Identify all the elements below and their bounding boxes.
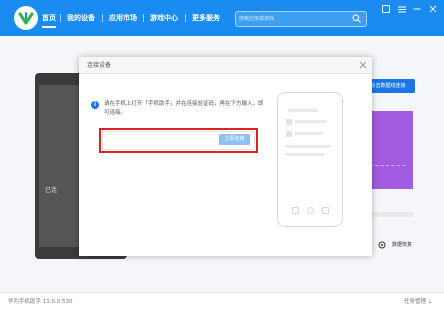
promo-decoration xyxy=(370,165,405,186)
close-icon[interactable] xyxy=(359,61,367,69)
nav-divider xyxy=(60,14,61,22)
device-status-label: 已连 xyxy=(45,187,58,194)
version-label: 华为手机助手 11.0.0.530 xyxy=(8,299,73,305)
nav-divider xyxy=(143,14,144,22)
search-box[interactable] xyxy=(235,11,367,27)
illustration-line xyxy=(295,132,323,135)
illustration-nav-back xyxy=(292,207,299,214)
info-icon: i xyxy=(91,101,99,109)
connect-button[interactable]: 立即连接 xyxy=(219,134,250,145)
illustration-line xyxy=(295,120,327,123)
nav-divider xyxy=(102,14,103,22)
tab-my-device[interactable]: 我的设备 xyxy=(67,12,95,24)
close-window-icon[interactable] xyxy=(428,4,438,14)
active-tab-indicator xyxy=(42,26,56,28)
tab-more-services[interactable]: 更多服务 xyxy=(192,12,220,24)
tab-home[interactable]: 首页 xyxy=(42,12,56,24)
illustration-block xyxy=(286,131,292,137)
instruction-text: 请在手机上打开「手机助手」并在连接验证码，再在下方输入，即可连接。 xyxy=(104,101,264,116)
connect-device-dialog: 连接设备 i 请在手机上打开「手机助手」并在连接验证码，再在下方输入，即可连接。… xyxy=(79,57,372,256)
illustration-nav-recent xyxy=(322,207,329,214)
task-manager-link[interactable]: 任务管理 ⇣ xyxy=(404,297,432,305)
app-logo-icon xyxy=(14,6,38,30)
restore-icon xyxy=(378,241,386,249)
search-icon[interactable] xyxy=(352,14,361,23)
illustration-nav-home xyxy=(307,207,314,214)
dialog-title: 连接设备 xyxy=(87,62,112,69)
tab-app-market[interactable]: 应用市场 xyxy=(109,12,137,24)
illustration-line xyxy=(288,109,318,112)
title-bar: 首页 我的设备 应用市场 游戏中心 更多服务 xyxy=(0,0,444,36)
illustration-block xyxy=(286,119,292,125)
phone-illustration xyxy=(277,92,343,227)
feedback-icon[interactable] xyxy=(381,4,391,14)
tab-game-center[interactable]: 游戏中心 xyxy=(150,12,178,24)
illustration-line xyxy=(286,153,324,156)
menu-icon[interactable] xyxy=(397,4,407,14)
search-input[interactable] xyxy=(239,13,347,25)
dialog-header: 连接设备 xyxy=(79,57,372,74)
illustration-line xyxy=(286,145,330,148)
minimize-icon[interactable] xyxy=(412,4,422,14)
verification-code-input[interactable] xyxy=(106,134,216,146)
status-bar: 华为手机助手 11.0.0.530 任务管理 ⇣ xyxy=(0,292,444,320)
data-restore-label: 数据恢复 xyxy=(392,242,413,248)
nav-divider xyxy=(185,14,186,22)
